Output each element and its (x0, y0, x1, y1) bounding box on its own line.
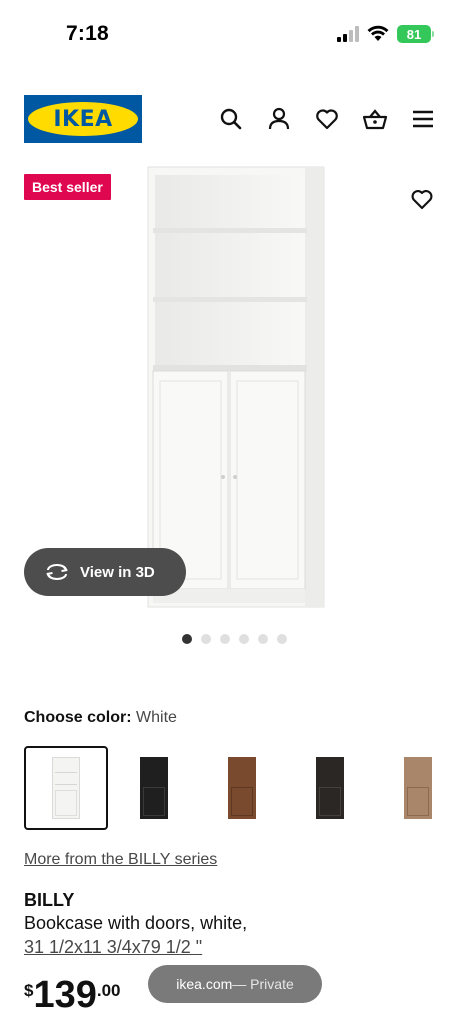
logo-text: IKEA (53, 106, 113, 132)
battery-level: 81 (406, 26, 422, 42)
battery-icon: 81 (397, 25, 434, 43)
best-seller-badge: Best seller (24, 174, 111, 200)
swatch-thumbnail (404, 757, 432, 819)
pagination-dot[interactable] (220, 634, 230, 644)
signal-icon (337, 26, 361, 42)
heart-icon[interactable] (314, 106, 340, 132)
menu-icon[interactable] (410, 106, 436, 132)
product-name: BILLY (24, 890, 75, 910)
status-time: 7:18 (66, 22, 109, 45)
add-to-favourites-button[interactable] (410, 187, 434, 211)
logo-oval: IKEA (28, 102, 138, 136)
color-swatch-black[interactable] (112, 746, 196, 830)
browser-private-mode: — Private (232, 976, 294, 992)
swatch-thumbnail (52, 757, 80, 819)
pagination-dot[interactable] (239, 634, 249, 644)
view-in-3d-button[interactable]: View in 3D (24, 548, 186, 596)
price-integer: 139 (33, 974, 97, 1016)
swatch-thumbnail (140, 757, 168, 819)
swatch-thumbnail (228, 757, 256, 819)
search-icon[interactable] (218, 106, 244, 132)
color-label: Choose color: (24, 709, 132, 726)
browser-url: ikea.com (176, 976, 233, 992)
swatch-thumbnail (316, 757, 344, 819)
view-in-3d-label: View in 3D (80, 563, 155, 581)
color-swatch-black-brown[interactable] (288, 746, 372, 830)
price-decimal: .00 (96, 981, 121, 1000)
color-selected-value: White (136, 709, 177, 726)
color-swatch-list (24, 746, 470, 830)
wifi-icon (367, 24, 389, 42)
pagination-dot[interactable] (277, 634, 287, 644)
pagination-dot[interactable] (258, 634, 268, 644)
status-bar: 7:18 81 (0, 0, 470, 70)
gallery-pagination (182, 634, 287, 644)
price-currency: $ (24, 981, 34, 1000)
product-price: $ 139 .00 (24, 975, 121, 1015)
pagination-dot[interactable] (201, 634, 211, 644)
color-swatch-white[interactable] (24, 746, 108, 830)
color-swatch-walnut-brown[interactable] (200, 746, 284, 830)
product-gallery[interactable]: Best seller View in 3D (0, 160, 470, 620)
product-image (147, 166, 325, 608)
basket-icon[interactable] (362, 106, 388, 132)
color-swatch-oak-effect[interactable] (376, 746, 460, 830)
account-icon[interactable] (266, 106, 292, 132)
product-dimensions-link[interactable]: 31 1/2x11 3/4x79 1/2 " (24, 937, 202, 958)
rotate-3d-icon (46, 564, 68, 580)
site-header: IKEA (0, 90, 470, 150)
pagination-dot[interactable] (182, 634, 192, 644)
color-heading: Choose color: White (24, 709, 177, 727)
series-link[interactable]: More from the BILLY series (24, 851, 217, 869)
ikea-logo[interactable]: IKEA (24, 95, 142, 143)
browser-address-pill[interactable]: ikea.com — Private (148, 965, 322, 1003)
product-description: Bookcase with doors, white, (24, 913, 248, 933)
